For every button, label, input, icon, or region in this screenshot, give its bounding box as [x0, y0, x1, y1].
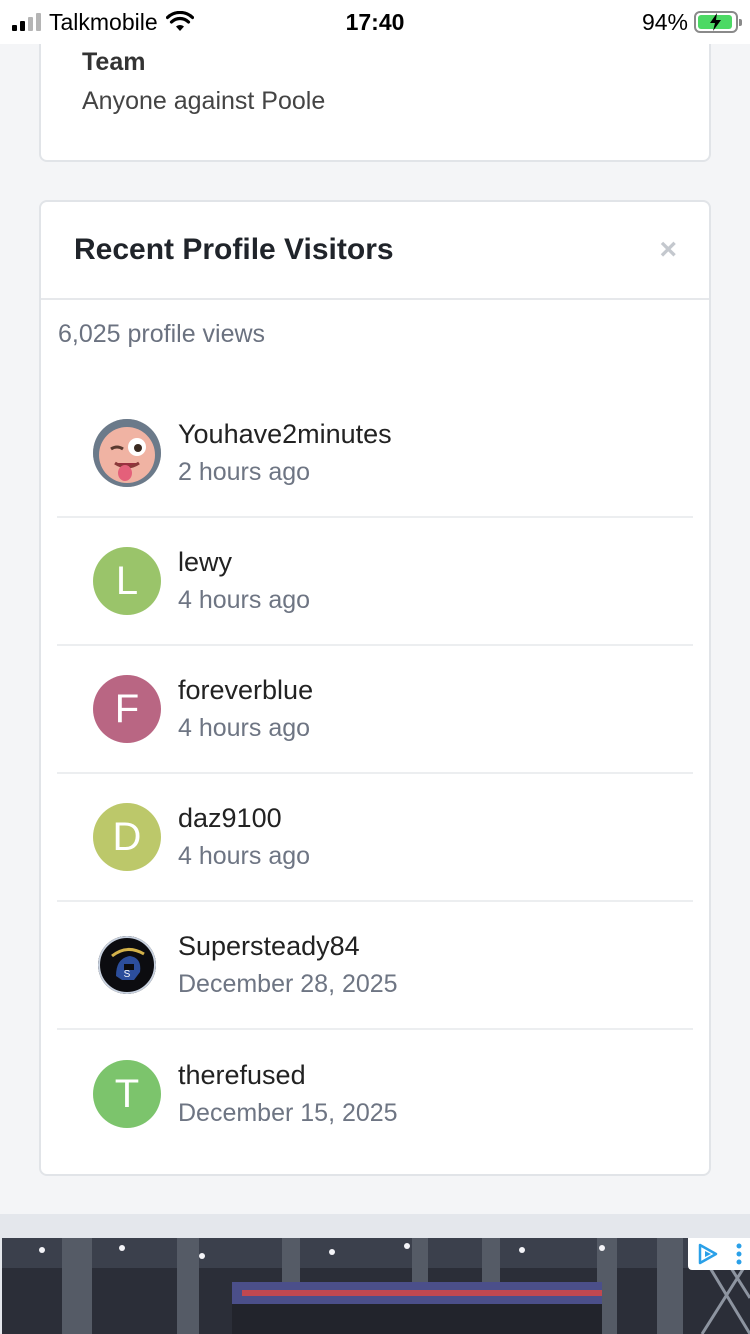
status-right: 94%	[641, 8, 742, 36]
adchoices-icon[interactable]	[696, 1242, 720, 1266]
svg-text:S: S	[124, 969, 131, 980]
battery-percent: 94%	[641, 8, 688, 35]
visitor-text: therefused December 15, 2025	[178, 1060, 398, 1128]
profile-views-count: 6,025 profile views	[58, 320, 266, 348]
visitor-name[interactable]: foreverblue	[178, 675, 313, 706]
visitor-text: daz9100 4 hours ago	[178, 803, 310, 871]
close-icon[interactable]: ×	[659, 235, 677, 265]
visitor-name[interactable]: Youhave2minutes	[178, 419, 392, 450]
more-options-icon[interactable]	[735, 1242, 743, 1266]
visitor-time: December 28, 2025	[178, 970, 398, 998]
visitor-item[interactable]: D daz9100 4 hours ago	[57, 774, 693, 902]
field-value-team: Anyone against Poole	[82, 87, 326, 115]
visitor-text: Youhave2minutes 2 hours ago	[178, 419, 392, 487]
visitor-item[interactable]: T therefused December 15, 2025	[57, 1030, 693, 1158]
avatar-initial[interactable]: F	[93, 675, 161, 743]
ad-badge[interactable]	[688, 1238, 750, 1270]
visitor-name[interactable]: therefused	[178, 1060, 398, 1091]
visitor-name[interactable]: Supersteady84	[178, 931, 398, 962]
visitor-item[interactable]: F foreverblue 4 hours ago	[57, 646, 693, 774]
visitor-time: 4 hours ago	[178, 714, 311, 742]
visitor-text: foreverblue 4 hours ago	[178, 675, 313, 743]
status-bar: Talkmobile 17:40 94%	[0, 0, 750, 44]
avatar-helmet-logo[interactable]: S	[98, 936, 156, 994]
visitor-time: December 15, 2025	[178, 1099, 398, 1127]
visitor-time: 4 hours ago	[178, 586, 311, 614]
card-title: Recent Profile Visitors	[74, 233, 394, 266]
signal-icon	[12, 13, 41, 31]
wifi-icon	[165, 11, 194, 31]
recent-visitors-card: Recent Profile Visitors × 6,025 profile …	[39, 200, 711, 1176]
visitor-text: lewy 4 hours ago	[178, 547, 310, 615]
visitor-item[interactable]: Youhave2minutes 2 hours ago	[57, 390, 693, 518]
visitor-item[interactable]: L lewy 4 hours ago	[57, 518, 693, 646]
visitor-time: 4 hours ago	[178, 842, 311, 870]
card-header: Recent Profile Visitors ×	[41, 202, 709, 300]
ad-banner-image[interactable]	[2, 1238, 750, 1334]
avatar-emoji-face[interactable]	[93, 419, 161, 487]
visitor-name[interactable]: daz9100	[178, 803, 310, 834]
visitor-text: Supersteady84 December 28, 2025	[178, 931, 398, 999]
avatar-initial[interactable]: D	[93, 803, 161, 871]
battery-icon	[694, 11, 742, 33]
visitor-time: 2 hours ago	[178, 458, 311, 486]
visitor-list: Youhave2minutes 2 hours ago L lewy 4 hou…	[57, 390, 693, 1158]
advertisement-area	[0, 1214, 750, 1334]
field-label-team: Team	[82, 48, 146, 76]
status-left: Talkmobile	[12, 9, 194, 36]
visitor-item[interactable]: S Supersteady84 December 28, 2025	[57, 902, 693, 1030]
avatar-initial[interactable]: T	[93, 1060, 161, 1128]
carrier-name: Talkmobile	[49, 8, 158, 35]
avatar-initial[interactable]: L	[93, 547, 161, 615]
visitor-name[interactable]: lewy	[178, 547, 310, 578]
